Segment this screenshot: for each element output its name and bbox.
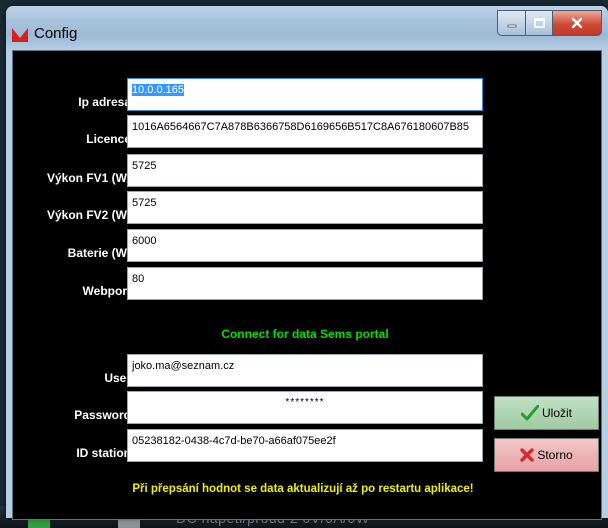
user-input[interactable]: joko.ma@seznam.cz	[127, 354, 483, 387]
window-title: Config	[34, 25, 78, 42]
licence-label: Licence	[86, 132, 131, 146]
password-input[interactable]: ********	[127, 391, 483, 424]
ip-address-value: 10.0.0.165	[132, 84, 184, 96]
window-controls	[497, 10, 602, 36]
sems-section-title: Connect for data Sems portal	[221, 327, 389, 341]
restart-note: Při přepsání hodnot se data aktualizují …	[132, 483, 474, 495]
fv2-power-label: Výkon FV2 (W)	[46, 208, 131, 222]
licence-input[interactable]: 1016A6564667C7A878B6366758D6169656B517C8…	[127, 115, 483, 148]
password-label: Password	[74, 408, 131, 422]
app-logo-icon	[12, 28, 28, 42]
minimize-button[interactable]	[497, 10, 526, 36]
cancel-button[interactable]: Storno	[494, 438, 599, 472]
save-button-label: Uložit	[541, 406, 572, 420]
maximize-button[interactable]	[526, 10, 553, 36]
webport-input[interactable]: 80	[127, 267, 483, 300]
station-id-label: ID station	[76, 446, 131, 460]
ip-address-input[interactable]: 10.0.0.165	[127, 78, 483, 111]
minimize-icon	[507, 24, 516, 28]
checkmark-icon	[520, 405, 539, 421]
save-button[interactable]: Uložit	[494, 396, 599, 430]
fv1-power-label: Výkon FV1 (W)	[46, 171, 131, 185]
ip-label: Ip adresa	[78, 95, 131, 109]
config-form: Ip adresa 10.0.0.165 Licence 1016A656466…	[12, 50, 602, 520]
station-id-input[interactable]: 05238182-0438-4c7d-be70-a66af075ee2f	[127, 429, 483, 462]
title-bar[interactable]: Config	[6, 6, 608, 50]
config-window: Config Ip adresa 10.0.0.165 Licence 1016…	[6, 6, 608, 520]
fv1-power-input[interactable]: 5725	[127, 154, 483, 187]
close-icon	[571, 17, 583, 29]
maximize-icon	[533, 18, 545, 28]
webport-label: Webport	[82, 284, 131, 298]
close-button[interactable]	[553, 10, 602, 36]
background-gray-indicator	[118, 520, 140, 528]
background-green-indicator	[28, 520, 50, 528]
cancel-button-label: Storno	[537, 448, 573, 462]
fv2-power-input[interactable]: 5725	[127, 191, 483, 224]
battery-input[interactable]: 6000	[127, 229, 483, 262]
battery-label: Baterie (W)	[67, 246, 131, 260]
cancel-x-icon	[520, 448, 535, 462]
